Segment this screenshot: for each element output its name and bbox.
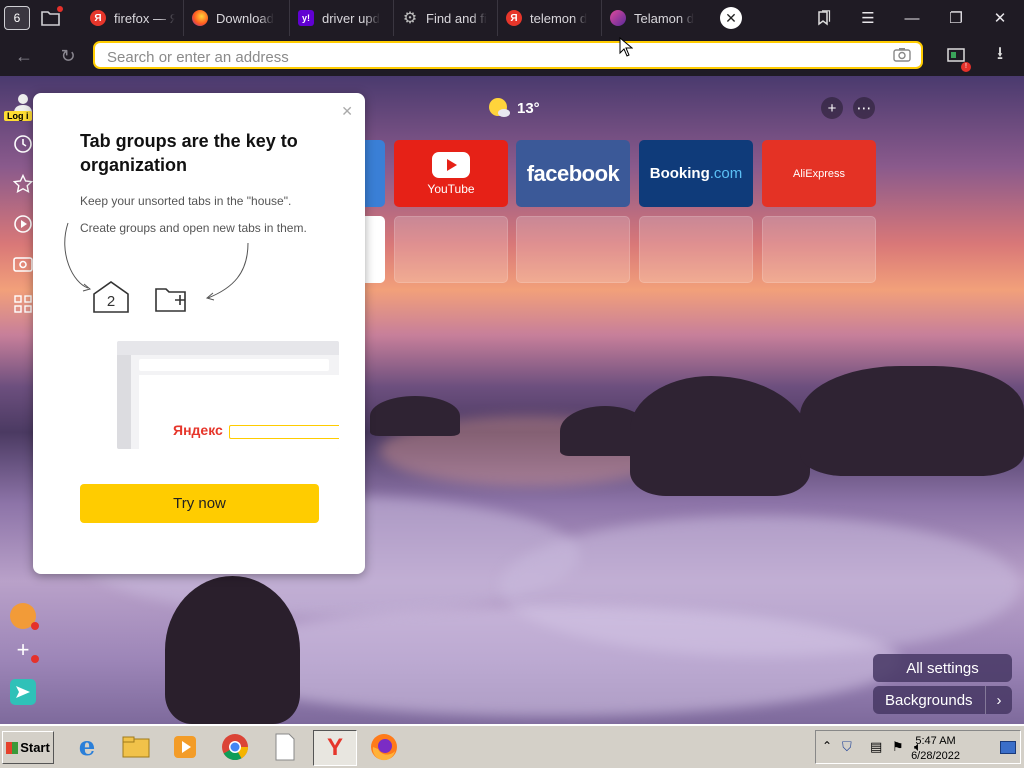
youtube-play-icon — [432, 151, 470, 178]
mouse-cursor-icon — [619, 37, 633, 57]
tab-bar: 6 Я firefox — Я Download y! driver upd ⚙… — [0, 0, 1024, 36]
back-icon[interactable]: ← — [11, 44, 37, 68]
tab-groups-popup: ✕ Tab groups are the key to organization… — [33, 93, 365, 574]
temperature: 13° — [517, 99, 540, 117]
messenger-icon[interactable] — [10, 679, 36, 705]
mail-app-icon[interactable] — [10, 603, 39, 630]
tile-youtube[interactable]: YouTube — [394, 140, 508, 207]
add-panel-icon[interactable]: + — [10, 637, 39, 663]
illustration-brand: Яндекс — [173, 422, 223, 438]
login-label[interactable]: Log i — [4, 111, 32, 121]
tab-1[interactable]: Я firefox — Я — [82, 0, 184, 36]
collections-icon[interactable] — [802, 0, 846, 36]
clock[interactable]: 5:47 AM 6/28/2022 — [911, 734, 960, 764]
tab-5[interactable]: Я telemon d — [498, 0, 602, 36]
tile-empty[interactable] — [516, 216, 630, 283]
tab-title: driver upd — [322, 10, 380, 26]
clock-time: 5:47 AM — [915, 735, 956, 747]
notification-dot — [31, 655, 39, 663]
extensions-icon[interactable]: ! — [943, 44, 971, 72]
weather-widget[interactable]: 13° — [487, 97, 540, 119]
tab-6-active[interactable]: Telamon d — [602, 0, 706, 36]
tab-count: 6 — [4, 6, 30, 30]
house-count: 2 — [106, 293, 116, 310]
media-player-icon[interactable] — [164, 730, 206, 764]
telamon-icon — [610, 10, 626, 26]
gear-icon: ⚙ — [402, 10, 418, 27]
start-label: Start — [20, 740, 50, 755]
sun-cloud-icon — [489, 98, 510, 117]
tab-3[interactable]: y! driver upd — [290, 0, 394, 36]
tab-4[interactable]: ⚙ Find and fi — [394, 0, 498, 36]
close-tab-icon[interactable]: ✕ — [720, 7, 742, 29]
notification-dot — [57, 6, 63, 12]
popup-text-1: Keep your unsorted tabs in the "house". — [80, 194, 292, 208]
add-tile-icon[interactable]: + — [821, 97, 843, 119]
firefox-icon — [192, 10, 208, 26]
backgrounds-label: Backgrounds — [885, 691, 973, 709]
popup-title: Tab groups are the key to organization — [80, 131, 298, 175]
address-bar[interactable] — [93, 41, 923, 69]
menu-icon[interactable]: ☰ — [846, 0, 890, 36]
minimize-icon[interactable]: — — [890, 0, 934, 36]
tile-aliexpress[interactable]: AliExpress — [762, 140, 876, 207]
tab-title: Find and fi — [426, 10, 487, 26]
firefox-icon[interactable] — [363, 730, 405, 764]
close-icon[interactable]: ✕ — [341, 103, 353, 120]
tile-label-suffix: .com — [709, 165, 743, 182]
tile-label: AliExpress — [793, 167, 845, 180]
internet-explorer-icon[interactable]: e — [66, 730, 108, 764]
new-tab-group-button[interactable] — [34, 0, 68, 36]
tile-label: facebook — [526, 160, 620, 186]
alert-badge: ! — [961, 62, 971, 72]
restore-icon[interactable]: ❐ — [934, 0, 978, 36]
tile-empty[interactable] — [762, 216, 876, 283]
browser-illustration: Яндекс — [117, 341, 339, 449]
download-icon[interactable]: ⭳ — [987, 43, 1013, 68]
tile-facebook[interactable]: facebook — [516, 140, 630, 207]
network-icon[interactable]: ▤ — [870, 739, 882, 755]
tile-booking[interactable]: Booking .com — [639, 140, 753, 207]
tile-empty[interactable] — [394, 216, 508, 283]
camera-icon[interactable] — [893, 47, 911, 63]
chrome-icon[interactable] — [214, 730, 256, 764]
all-settings-button[interactable]: All settings — [873, 654, 1012, 682]
notification-dot — [31, 622, 39, 630]
system-tray: ⌃ ⛉ ▤ ⚑ 🔈︎ 5:47 AM 6/28/2022 — [815, 730, 1021, 764]
more-options-icon[interactable]: ⋯ — [853, 97, 875, 119]
navigation-bar: ← ↻ ! ⭳ — [0, 36, 1024, 76]
show-desktop-icon[interactable] — [1000, 741, 1016, 754]
chevron-up-icon[interactable]: ⌃ — [822, 739, 832, 753]
tile-label: Booking — [649, 165, 710, 182]
tab-title: Download — [216, 10, 274, 26]
tile-label: YouTube — [427, 181, 475, 196]
yandex-icon: Я — [506, 10, 522, 26]
windows-taskbar: Start e Y ⌃ ⛉ ▤ ⚑ 🔈︎ 5:47 AM 6/28/2022 — [0, 724, 1024, 768]
backgrounds-button[interactable]: Backgrounds › — [873, 686, 1012, 714]
close-window-icon[interactable]: ✕ — [978, 0, 1022, 36]
notepad-icon[interactable] — [264, 730, 306, 764]
tab-title: Telamon d — [634, 10, 694, 26]
file-explorer-icon[interactable] — [115, 730, 157, 764]
clock-date: 6/28/2022 — [911, 750, 960, 762]
tab-title: firefox — Я — [114, 10, 175, 26]
tab-counter-button[interactable]: 6 — [0, 0, 34, 36]
reload-icon[interactable]: ↻ — [55, 44, 81, 68]
house-icon: 2 — [91, 280, 131, 314]
security-icon[interactable]: ⛉ — [842, 739, 852, 755]
yandex-browser-icon[interactable]: Y — [313, 730, 357, 766]
folder-plus-icon — [155, 288, 186, 312]
yandex-icon: Я — [90, 10, 106, 26]
start-button[interactable]: Start — [2, 731, 54, 764]
chevron-right-icon: › — [985, 686, 1012, 714]
windows-logo-icon — [6, 741, 19, 754]
tab-title: telemon d — [530, 10, 588, 26]
tab-2[interactable]: Download — [184, 0, 290, 36]
try-now-button[interactable]: Try now — [80, 484, 319, 523]
search-input[interactable] — [105, 46, 879, 68]
action-center-flag-icon[interactable]: ⚑ — [892, 739, 904, 755]
tile-empty[interactable] — [639, 216, 753, 283]
yahoo-icon: y! — [298, 10, 314, 26]
